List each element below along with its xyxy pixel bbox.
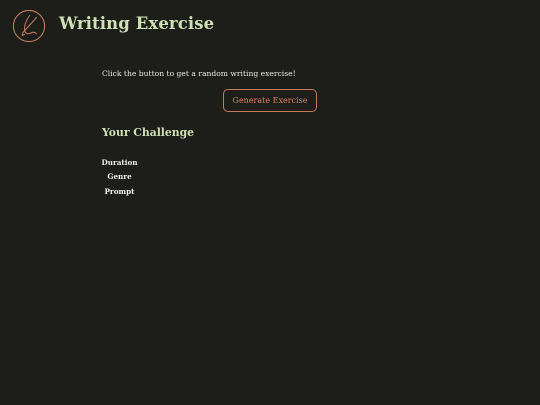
generate-exercise-button[interactable]: Generate Exercise [223,89,317,112]
prompt-value [138,184,158,199]
detail-row-prompt: Prompt [101,184,158,199]
instructions-text: Click the button to get a random writing… [102,69,296,78]
detail-row-genre: Genre [101,170,158,185]
duration-label: Duration [101,157,138,167]
duration-value [138,155,158,170]
challenge-details-table: Duration Genre Prompt [101,155,158,199]
pen-nib-logo-icon [12,9,46,43]
app-title: Writing Exercise [59,14,215,33]
challenge-heading: Your Challenge [102,126,195,139]
prompt-label: Prompt [104,186,135,196]
genre-label: Genre [107,172,132,182]
detail-row-duration: Duration [101,155,158,170]
genre-value [138,170,158,185]
